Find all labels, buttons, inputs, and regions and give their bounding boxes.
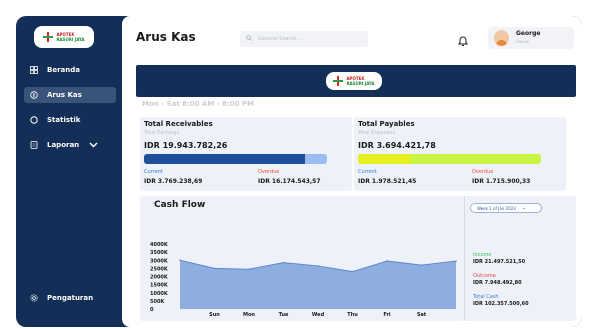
y-tick-label: 3000K xyxy=(150,258,169,264)
receivables-progress-bar xyxy=(144,154,327,164)
avatar xyxy=(494,30,509,46)
receivables-card: Total Receivables Total Earnings IDR 19.… xyxy=(140,117,352,191)
data-point xyxy=(213,267,216,270)
y-tick-label: 2500K xyxy=(150,266,169,272)
card-subtitle: Total Expenses xyxy=(358,130,396,136)
progress-fill xyxy=(358,154,412,164)
current-value: IDR 1.978.521,45 xyxy=(358,178,417,185)
current-value: IDR 3.769.238,69 xyxy=(144,178,203,185)
app-window: APOTEK RASURI JAYA Beranda Arus Kas Stat… xyxy=(16,16,582,327)
overdue-value: IDR 16.174.543,57 xyxy=(258,178,321,185)
chevron-down-icon: ⌄ xyxy=(521,205,526,211)
current-label: Current xyxy=(358,169,377,175)
brand-logo[interactable]: APOTEK RASURI JAYA xyxy=(34,26,94,48)
cash-flow-chart: 4000K 3500K 3000K 2500K 2000K 1500K 1000K 500K 0… xyxy=(150,242,457,318)
card-title: Total Receivables xyxy=(144,120,213,128)
payables-card: Total Payables Total Expenses IDR 3.694.… xyxy=(354,117,566,191)
sidebar-item-label: Beranda xyxy=(47,66,80,74)
top-bar: Arus Kas General Search... George Owner xyxy=(122,16,582,60)
sidebar: APOTEK RASURI JAYA Beranda Arus Kas Stat… xyxy=(16,16,120,327)
chevron-down-icon[interactable] xyxy=(89,141,98,150)
cross-logo-icon xyxy=(43,32,53,42)
x-tick-label: Wed xyxy=(312,312,325,318)
y-tick-label: 2000K xyxy=(150,275,169,281)
overdue-label: Overdue xyxy=(258,169,280,175)
brand-line-2: RASURI JAYA xyxy=(346,81,375,86)
x-tick-label: Sun xyxy=(209,312,220,318)
income-label: Income xyxy=(473,252,492,258)
sidebar-item-pengaturan[interactable]: Pengaturan xyxy=(30,294,93,302)
cash-summary-panel: Week 1 of Jan 2023 ⌄ Income IDR 21.497.5… xyxy=(464,196,576,321)
brand-line-2: RASURI JAYA xyxy=(56,37,85,42)
opening-hours: Mon - Sat 8:00 AM - 8:00 PM xyxy=(142,100,255,108)
current-label: Current xyxy=(144,169,163,175)
cross-logo-icon xyxy=(333,76,343,86)
data-point xyxy=(282,261,285,264)
x-tick-label: Fri xyxy=(383,312,391,318)
overdue-label: Overdue xyxy=(472,169,494,175)
user-name: George xyxy=(516,30,541,37)
document-icon xyxy=(30,141,38,149)
data-point xyxy=(248,268,250,270)
payables-progress-bar xyxy=(358,154,541,164)
cash-flow-area xyxy=(180,260,456,309)
search-placeholder: General Search... xyxy=(258,36,302,42)
banner-logo: APOTEK RASURI JAYA xyxy=(326,72,382,90)
x-tick-label: Thu xyxy=(347,312,358,318)
money-icon xyxy=(30,91,38,99)
total-cash-label: Total Cash xyxy=(473,294,499,300)
brand-name: APOTEK RASURI JAYA xyxy=(56,32,84,42)
sidebar-item-label: Arus Kas xyxy=(47,91,82,99)
divider xyxy=(464,196,465,321)
outcome-value: IDR 7.948.492,80 xyxy=(473,280,522,286)
y-tick-label: 1000K xyxy=(150,291,169,297)
card-amount: IDR 3.694.421,78 xyxy=(358,141,436,150)
y-tick-label: 500K xyxy=(150,299,165,305)
y-tick-label: 4000K xyxy=(150,242,169,248)
search-icon xyxy=(246,35,252,43)
circle-icon xyxy=(30,116,38,124)
y-tick-label: 3500K xyxy=(150,250,169,256)
y-tick-label: 0 xyxy=(150,307,154,313)
sidebar-item-label: Statistik xyxy=(47,116,81,124)
gear-icon xyxy=(30,294,38,302)
outcome-label: Outcome xyxy=(473,273,496,279)
sidebar-item-laporan[interactable]: Laporan xyxy=(24,137,116,153)
sidebar-item-statistik[interactable]: Statistik xyxy=(24,112,116,128)
sidebar-nav: Beranda Arus Kas Statistik Laporan xyxy=(24,62,116,162)
grid-icon xyxy=(30,66,38,74)
x-tick-label: Sat xyxy=(417,312,427,318)
progress-fill xyxy=(144,154,306,164)
brand-banner: APOTEK RASURI JAYA xyxy=(136,65,576,97)
banner-brand-name: APOTEK RASURI JAYA xyxy=(346,76,374,86)
x-tick-label: Mon xyxy=(243,312,255,318)
data-point xyxy=(179,259,181,262)
user-role: Owner xyxy=(516,39,530,44)
data-point xyxy=(317,265,319,267)
card-title: Total Payables xyxy=(358,120,415,128)
sidebar-item-label: Laporan xyxy=(47,141,80,149)
search-input[interactable]: General Search... xyxy=(240,31,368,47)
user-profile[interactable]: George Owner xyxy=(488,27,574,49)
overdue-value: IDR 1.715.900,33 xyxy=(472,178,531,185)
sidebar-item-beranda[interactable]: Beranda xyxy=(24,62,116,78)
page-title: Arus Kas xyxy=(136,30,196,44)
cash-flow-chart-panel: Cash Flow 4000K 3500K 3000K 2500K 2000K 1500K… xyxy=(140,196,464,321)
week-selector[interactable]: Week 1 of Jan 2023 ⌄ xyxy=(470,203,542,213)
data-point xyxy=(386,260,388,262)
income-value: IDR 21.497.521,50 xyxy=(473,259,526,265)
sidebar-item-label: Pengaturan xyxy=(47,294,94,302)
card-subtitle: Total Earnings xyxy=(144,130,179,136)
notification-bell-icon[interactable] xyxy=(457,32,469,46)
data-point xyxy=(351,270,354,273)
main-content: Arus Kas General Search... George Owner … xyxy=(122,16,582,327)
data-point xyxy=(455,260,457,262)
total-cash-value: IDR 102.357.500,60 xyxy=(473,301,529,307)
week-selector-label: Week 1 of Jan 2023 xyxy=(477,205,516,211)
sidebar-item-arus-kas[interactable]: Arus Kas xyxy=(24,87,116,103)
x-tick-label: Tue xyxy=(279,312,289,318)
y-tick-label: 1500K xyxy=(150,283,169,289)
data-point xyxy=(420,264,423,266)
card-amount: IDR 19.943.782,26 xyxy=(144,141,228,150)
